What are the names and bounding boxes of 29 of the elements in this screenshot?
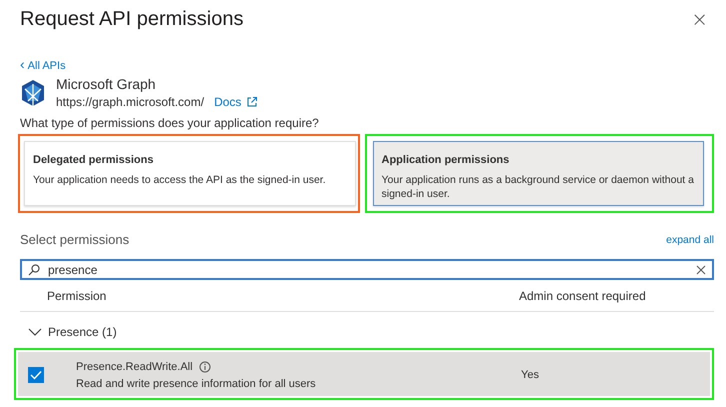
card-title: Application permissions xyxy=(382,154,510,166)
permission-description: Read and write presence information for all users xyxy=(76,378,317,390)
group-row[interactable]: Presence (1) xyxy=(20,312,714,348)
permission-type-card[interactable]: Delegated permissions Your application needs to access the API as the signed-in user. xyxy=(24,141,356,206)
api-url: https://graph.microsoft.com/ xyxy=(56,95,204,109)
chevron-down-icon xyxy=(28,327,42,337)
back-link[interactable]: ‹ All APIs xyxy=(20,56,66,72)
card-description: Your application runs as a background service or daemon without a signed-in user. xyxy=(382,173,695,201)
clear-icon xyxy=(696,265,706,275)
permission-type-card[interactable]: Application permissions Your application runs as a background service or daemon without a signed-in user. xyxy=(372,141,704,206)
search-icon xyxy=(28,264,40,276)
docs-link[interactable]: Docs xyxy=(214,95,258,109)
column-header: Permission xyxy=(47,289,108,303)
panel-title: Request API permissions xyxy=(20,8,244,30)
card-description: Your application needs to access the API as the signed-in user. xyxy=(33,173,327,187)
question-text: What type of permissions does your application require? xyxy=(20,116,320,130)
api-name: Microsoft Graph xyxy=(56,76,157,92)
external-link-icon xyxy=(246,96,258,108)
section-heading: Select permissions xyxy=(20,232,130,247)
info-icon xyxy=(198,360,211,372)
card-title: Delegated permissions xyxy=(33,154,154,166)
search-field[interactable]: presence xyxy=(20,259,714,280)
close-button[interactable]: × xyxy=(685,7,714,31)
checkbox[interactable] xyxy=(28,367,44,383)
table-cell-text: Yes xyxy=(521,369,540,381)
permission-name: Presence.ReadWrite.All xyxy=(76,360,193,372)
expand-all-link[interactable]: expand all xyxy=(666,234,714,246)
column-header: Admin consent required xyxy=(519,289,647,303)
api-logo-icon xyxy=(20,78,46,106)
